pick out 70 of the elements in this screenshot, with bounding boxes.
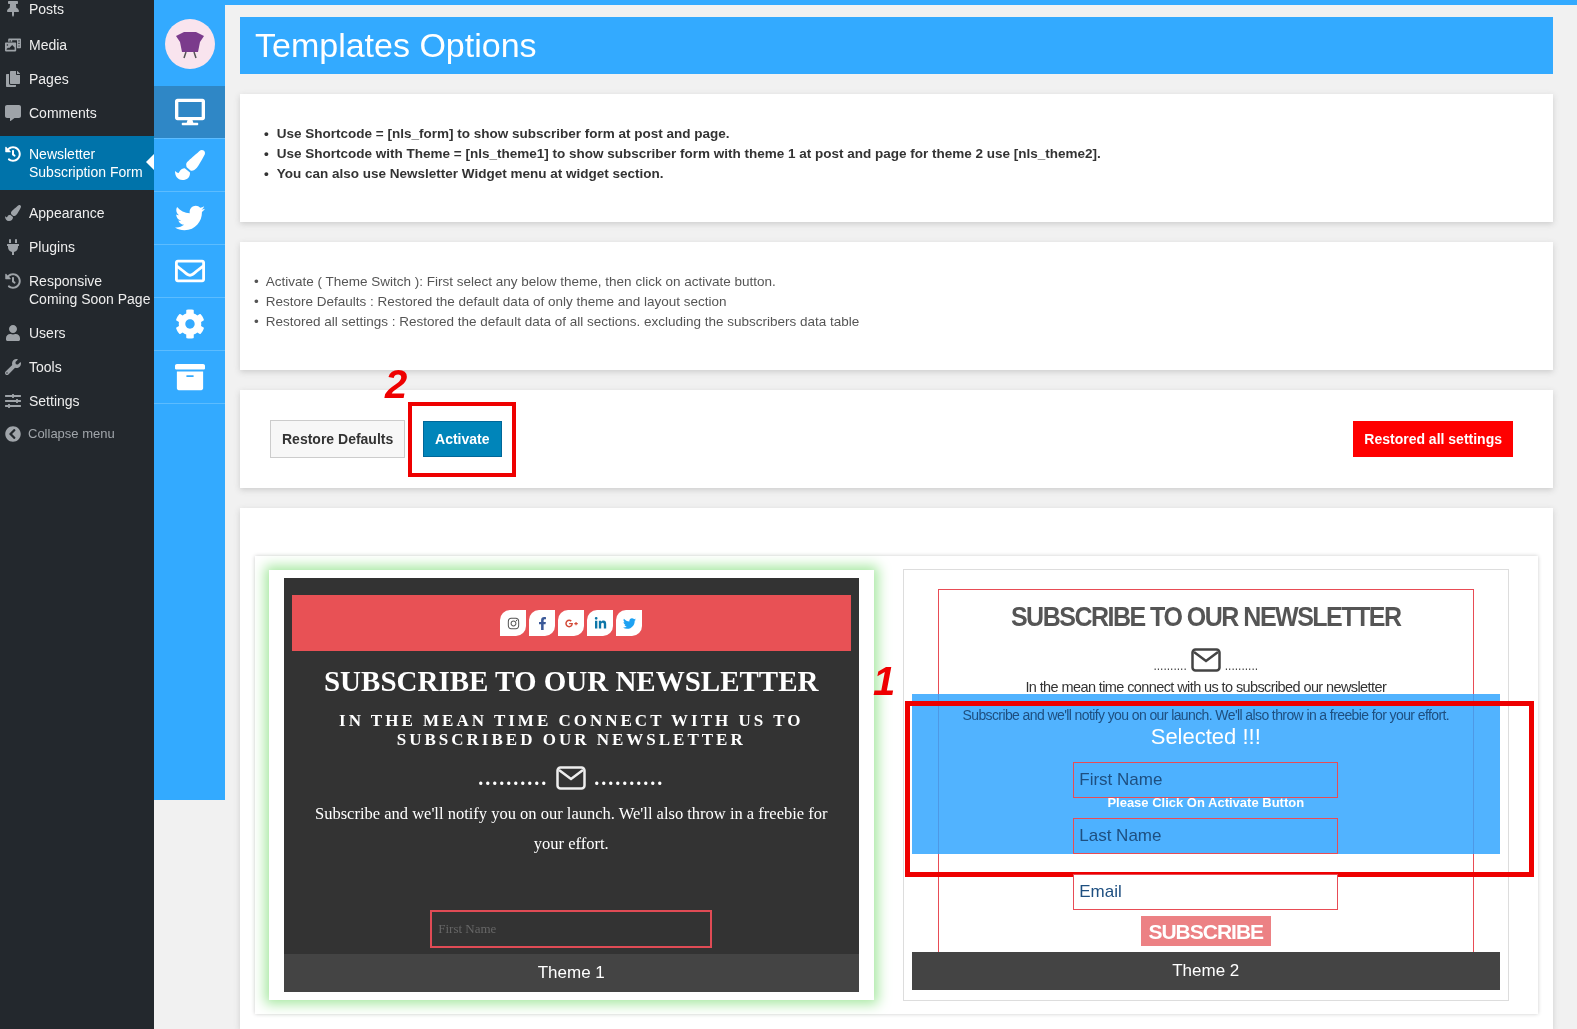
google-plus-icon[interactable] — [558, 610, 585, 636]
clock-icon — [5, 146, 21, 162]
sidebar-item[interactable]: Media — [0, 28, 154, 62]
bullet: • — [254, 273, 259, 291]
envelope-icon — [1190, 647, 1221, 672]
theme-caption: Theme 2 — [911, 952, 1500, 990]
sidebar-item[interactable]: Newsletter Subscription Form — [0, 136, 154, 190]
annotation-number: 2 — [385, 364, 408, 404]
sidebar-item[interactable]: Tools — [0, 350, 154, 384]
bird-icon — [174, 203, 205, 233]
monitor-icon — [174, 97, 205, 127]
plug-icon — [5, 239, 21, 255]
pages-icon — [5, 71, 21, 87]
collapse-icon — [5, 425, 21, 442]
wrench-icon — [5, 359, 21, 375]
shortcode-note: Use Shortcode = [nls_form] to show subscriber form at post and page. — [276, 125, 730, 143]
collapse-menu[interactable]: Collapse menu — [0, 418, 154, 450]
bullet: • — [254, 313, 259, 331]
text-field[interactable]: Email — [1073, 873, 1339, 910]
restore-defaults-button[interactable]: Restore Defaults — [270, 420, 406, 458]
shortcode-note: Use Shortcode with Theme = [nls_theme1] to show subscriber form with theme 1 at post and page for theme 2 use [nls_theme2]. — [276, 145, 1101, 163]
dotted-line: .......... — [1224, 659, 1259, 672]
bullet: • — [264, 165, 269, 183]
envelope-icon — [556, 766, 587, 791]
preview-subtitle: In the mean time connect with us to subscribed our newsletter — [1025, 677, 1387, 696]
preview-body: Subscribe and we'll notify you on our launch. We'll also throw in a freebie for your effort. — [314, 803, 829, 856]
sidebar-item[interactable]: Responsive Coming Soon Page — [0, 264, 154, 316]
camera-icon[interactable] — [500, 610, 527, 636]
pin-icon — [5, 1, 21, 17]
theme-caption: Theme 1 — [284, 954, 859, 992]
dotted-line: .......... — [478, 766, 549, 792]
bullet: • — [264, 145, 269, 163]
sidebar-item[interactable]: Plugins — [0, 230, 154, 264]
archive-box-icon — [174, 362, 205, 392]
bullet: • — [264, 125, 269, 143]
linkedin-icon[interactable] — [587, 610, 614, 636]
preview-body: Subscribe and we'll notify you on our launch. We'll also throw in a freebie for your effort. — [962, 705, 1450, 724]
sidebar-item[interactable]: Comments — [0, 96, 154, 130]
sidebar-item[interactable]: Posts — [0, 0, 154, 28]
sidebar-item[interactable]: Users — [0, 316, 154, 350]
dotted-line: .......... — [1153, 659, 1187, 672]
restore-all-button[interactable]: Restored all settings — [1353, 421, 1513, 457]
sidebar-item[interactable]: Pages — [0, 62, 154, 96]
sidebar-item[interactable]: Appearance — [0, 196, 154, 230]
selected-label: Selected !!! — [1150, 726, 1261, 748]
bullet: • — [254, 293, 259, 311]
shortcode-note: You can also use Newsletter Widget menu at widget section. — [276, 165, 664, 183]
brush-icon — [5, 205, 21, 221]
brush-icon — [174, 150, 205, 180]
activate-hint: Please Click On Activate Button — [1107, 796, 1305, 809]
bird-icon[interactable] — [616, 610, 643, 636]
facebook-icon[interactable] — [529, 610, 556, 636]
preview-subtitle: IN THE MEAN TIME CONNECT WITH US TO SUBSCRIBED OUR NEWSLETTER — [338, 711, 805, 750]
help-note: Restored all settings : Restored the default data of all sections. excluding the subscribers data table — [265, 313, 860, 331]
page-title: Templates Options — [240, 17, 1553, 74]
dotted-line: .......... — [594, 766, 665, 792]
sidebar-item[interactable]: Settings — [0, 384, 154, 418]
sliders-icon — [5, 393, 21, 409]
help-note: Activate ( Theme Switch ): First select any below theme, then click on activate button. — [265, 273, 776, 291]
speech-bubble-icon — [5, 105, 21, 121]
clock-icon — [5, 273, 21, 289]
annotation-number: 1 — [873, 661, 896, 701]
activate-button[interactable]: Activate — [423, 421, 502, 457]
rail-tab[interactable] — [154, 86, 225, 139]
preview-title: SUBSCRIBE TO OUR NEWSLETTER — [1010, 599, 1401, 634]
media-icon — [5, 37, 21, 53]
settings-icon — [174, 309, 205, 339]
preview-title: SUBSCRIBE TO OUR NEWSLETTER — [323, 664, 820, 699]
help-note: Restore Defaults : Restored the default data of only theme and layout section — [265, 293, 727, 311]
user-icon — [5, 325, 21, 341]
